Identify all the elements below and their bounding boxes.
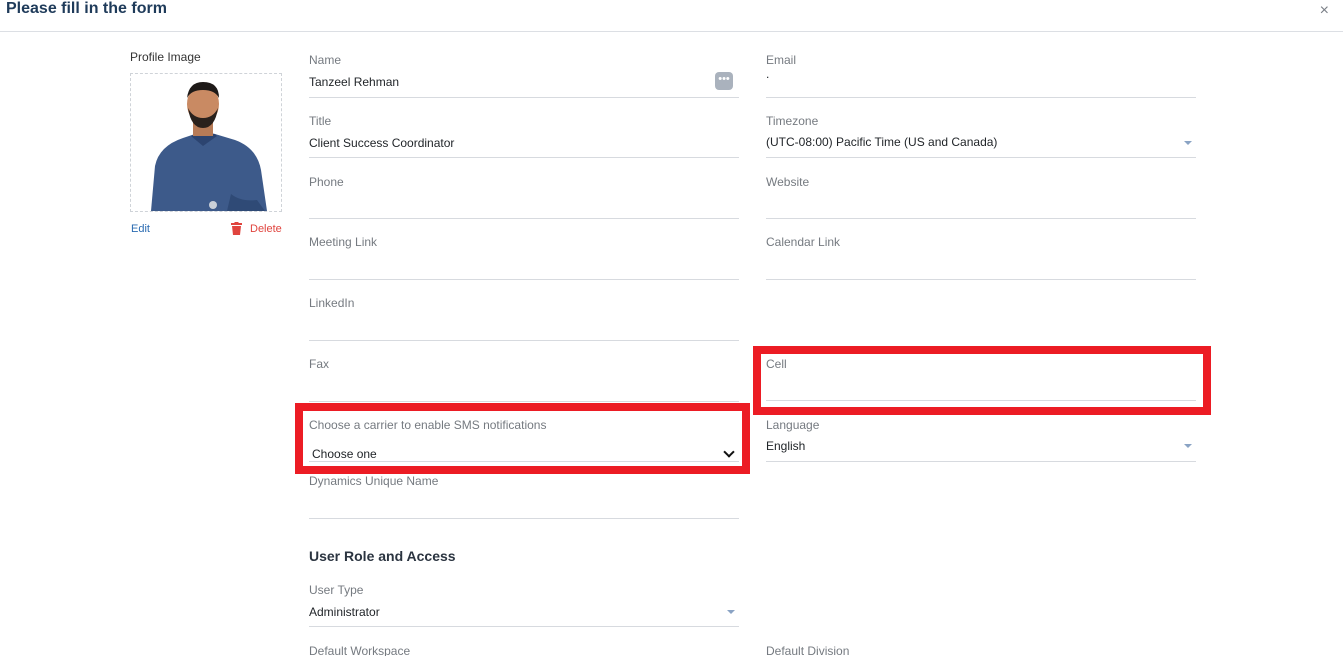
cell-label: Cell [766, 357, 787, 371]
timezone-label: Timezone [766, 114, 819, 128]
linkedin-label: LinkedIn [309, 296, 355, 310]
email-label: Email [766, 53, 797, 67]
meeting-link-underline [309, 279, 739, 280]
email-field[interactable]: Email . [766, 53, 1196, 98]
chevron-down-icon[interactable] [1184, 444, 1192, 448]
linkedin-field[interactable]: LinkedIn [309, 296, 739, 341]
avatar [131, 74, 281, 211]
close-icon[interactable]: × [1320, 2, 1329, 20]
profile-image[interactable] [130, 73, 282, 212]
modal-title: Please fill in the form [6, 0, 167, 17]
chevron-down-icon[interactable] [727, 610, 735, 614]
fax-field[interactable]: Fax [309, 357, 739, 402]
email-underline [766, 97, 1196, 98]
timezone-select[interactable]: Timezone (UTC-08:00) Pacific Time (US an… [766, 114, 1196, 159]
calendar-link-underline [766, 279, 1196, 280]
timezone-underline [766, 157, 1196, 158]
name-field[interactable]: Name Tanzeel Rehman ••• [309, 53, 739, 98]
title-label: Title [309, 114, 332, 128]
calendar-link-field[interactable]: Calendar Link [766, 235, 1196, 280]
edit-image-link[interactable]: Edit [131, 223, 150, 235]
linkedin-underline [309, 340, 739, 341]
default-division-label: Default Division [766, 644, 850, 656]
default-workspace-label: Default Workspace [309, 644, 411, 656]
name-underline [309, 97, 739, 98]
fax-label: Fax [309, 357, 330, 371]
default-division-field[interactable]: Default Division [766, 644, 1196, 656]
email-value[interactable]: . [766, 67, 769, 81]
phone-underline [309, 218, 739, 219]
section-title-role-access: User Role and Access [309, 548, 456, 564]
user-type-underline [309, 626, 739, 627]
modal-header: Please fill in the form × [0, 0, 1343, 32]
user-type-value[interactable]: Administrator [309, 605, 380, 619]
meeting-link-label: Meeting Link [309, 235, 378, 249]
more-options-button[interactable]: ••• [715, 72, 733, 90]
delete-label: Delete [250, 222, 282, 235]
phone-field[interactable]: Phone [309, 175, 739, 220]
meeting-link-field[interactable]: Meeting Link [309, 235, 739, 280]
trash-icon [231, 222, 242, 235]
default-workspace-field[interactable]: Default Workspace [309, 644, 739, 656]
title-field[interactable]: Title Client Success Coordinator [309, 114, 739, 159]
cell-underline [766, 400, 1196, 401]
carrier-select[interactable]: Choose one [309, 440, 739, 466]
profile-image-label: Profile Image [130, 50, 201, 64]
chevron-down-icon [723, 446, 735, 458]
calendar-link-label: Calendar Link [766, 235, 841, 249]
fax-underline [309, 401, 739, 402]
title-underline [309, 157, 739, 158]
carrier-value: Choose one [312, 447, 377, 461]
dynamics-name-field[interactable]: Dynamics Unique Name [309, 474, 739, 519]
website-label: Website [766, 175, 810, 189]
phone-label: Phone [309, 175, 344, 189]
carrier-underline [309, 461, 739, 462]
dynamics-name-underline [309, 518, 739, 519]
carrier-select-field[interactable]: Choose a carrier to enable SMS notificat… [309, 418, 739, 463]
title-value[interactable]: Client Success Coordinator [309, 136, 454, 150]
user-type-select[interactable]: User Type Administrator [309, 583, 739, 628]
name-value[interactable]: Tanzeel Rehman [309, 75, 399, 89]
dynamics-name-label: Dynamics Unique Name [309, 474, 439, 488]
language-value[interactable]: English [766, 439, 805, 453]
delete-image-button[interactable]: Delete [231, 222, 282, 235]
chevron-down-icon[interactable] [1184, 141, 1192, 145]
carrier-label: Choose a carrier to enable SMS notificat… [309, 418, 547, 432]
language-underline [766, 461, 1196, 462]
cell-field[interactable]: Cell [766, 357, 1196, 402]
name-label: Name [309, 53, 342, 67]
language-label: Language [766, 418, 820, 432]
website-field[interactable]: Website [766, 175, 1196, 220]
timezone-value[interactable]: (UTC-08:00) Pacific Time (US and Canada) [766, 135, 997, 149]
user-type-label: User Type [309, 583, 364, 597]
language-select[interactable]: Language English [766, 418, 1196, 463]
website-underline [766, 218, 1196, 219]
